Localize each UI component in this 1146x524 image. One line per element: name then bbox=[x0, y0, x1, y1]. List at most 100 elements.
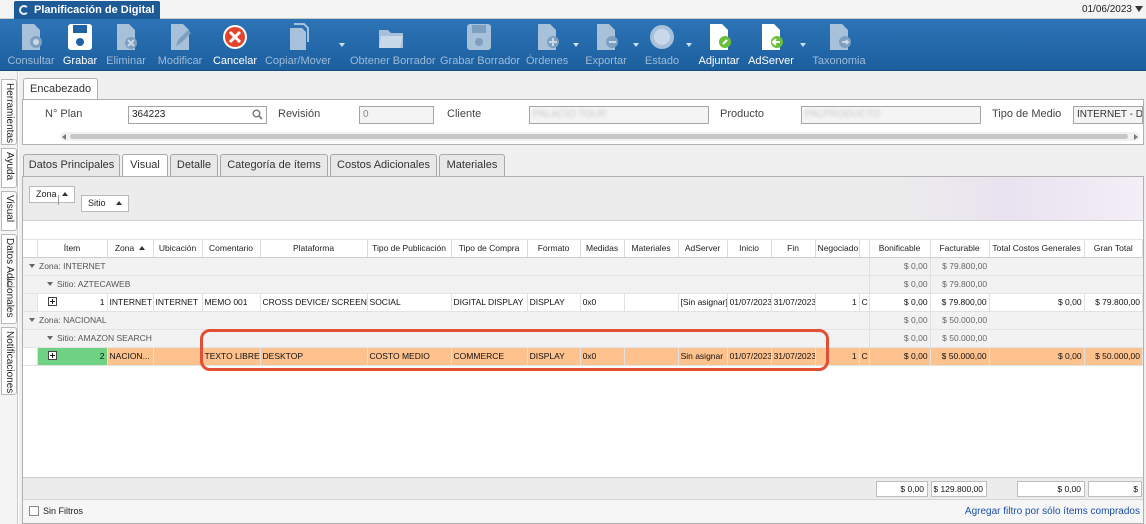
scroll-thumb[interactable] bbox=[70, 134, 1128, 139]
side-tab-visual[interactable]: Visual bbox=[1, 191, 17, 231]
column-header-ubicacion[interactable]: Ubicación bbox=[153, 239, 203, 258]
group-chip-sitio[interactable]: Sitio bbox=[81, 195, 129, 212]
column-header-plataforma[interactable]: Plataforma bbox=[260, 239, 368, 258]
tab-detalle[interactable]: Detalle bbox=[170, 154, 218, 176]
taxonomia-button[interactable]: Taxonomia bbox=[812, 21, 866, 69]
adserver-button[interactable]: AdServer bbox=[748, 21, 794, 69]
cell-inicio[interactable]: 01/07/2023 bbox=[727, 293, 772, 312]
column-header-negociado[interactable]: Negociado bbox=[815, 239, 860, 258]
column-header-extra[interactable] bbox=[859, 239, 870, 258]
cell-fin[interactable]: 31/07/2023 bbox=[771, 293, 816, 312]
column-header-total-costos[interactable]: Total Costos Generales bbox=[989, 239, 1085, 258]
cell-total-costos[interactable]: $ 0,00 bbox=[989, 347, 1085, 366]
obtener-borrador-button[interactable]: Obtener Borrador bbox=[350, 21, 436, 69]
side-tab-notificaciones[interactable]: Notificaciones bbox=[1, 327, 17, 395]
column-header-formato[interactable]: Formato bbox=[527, 239, 581, 258]
add-filter-link[interactable]: Agregar filtro por sólo ítems comprados bbox=[965, 506, 1140, 517]
plan-input[interactable]: 364223 bbox=[128, 106, 267, 124]
cancelar-button[interactable]: Cancelar bbox=[212, 21, 258, 69]
tab-costos-adicionales[interactable]: Costos Adicionales bbox=[330, 154, 437, 176]
column-header-facturable[interactable]: Facturable bbox=[930, 239, 990, 258]
cell-bonificable[interactable]: $ 0,00 bbox=[869, 347, 931, 366]
cell-bonificable[interactable]: $ 0,00 bbox=[869, 293, 931, 312]
collapse-icon[interactable] bbox=[47, 282, 53, 286]
column-header-tipo-publicacion[interactable]: Tipo de Publicación bbox=[367, 239, 452, 258]
cell-total-costos[interactable]: $ 0,00 bbox=[989, 293, 1085, 312]
estado-button[interactable]: Estado bbox=[644, 21, 680, 69]
column-header-gran-total[interactable]: Gran Total bbox=[1084, 239, 1144, 258]
cell-adserver[interactable]: [Sin asignar] bbox=[678, 293, 728, 312]
copiar-dropdown-icon[interactable] bbox=[339, 43, 345, 47]
cell-gran-total[interactable]: $ 79.800,00 bbox=[1084, 293, 1144, 312]
exportar-button[interactable]: Exportar bbox=[584, 21, 628, 69]
cell-zona[interactable]: INTERNET bbox=[107, 293, 154, 312]
column-header-materiales[interactable]: Materiales bbox=[624, 239, 679, 258]
column-header-zona[interactable]: Zona bbox=[107, 239, 154, 258]
column-header-adserver[interactable]: AdServer bbox=[678, 239, 728, 258]
column-header-tipo-compra[interactable]: Tipo de Compra bbox=[451, 239, 528, 258]
sin-filtros-checkbox[interactable] bbox=[29, 506, 39, 516]
adserver-dropdown-icon[interactable] bbox=[800, 43, 806, 47]
cell-extra[interactable]: C bbox=[859, 347, 870, 366]
cell-extra[interactable]: C bbox=[859, 293, 870, 312]
tab-datos-principales[interactable]: Datos Principales bbox=[23, 154, 120, 176]
ordenes-button[interactable]: Órdenes bbox=[526, 21, 568, 69]
grabar-borrador-button[interactable]: Grabar Borrador bbox=[440, 21, 520, 69]
expand-icon[interactable] bbox=[47, 297, 57, 306]
estado-dropdown-icon[interactable] bbox=[686, 43, 692, 47]
column-header-medidas[interactable]: Medidas bbox=[580, 239, 625, 258]
cell-item[interactable]: 2 bbox=[37, 347, 108, 366]
search-icon[interactable] bbox=[252, 109, 263, 120]
group-row-zona[interactable]: Zona: NACIONAL $ 0,00 $ 50.000,00 bbox=[23, 311, 1143, 330]
collapse-icon[interactable] bbox=[29, 318, 35, 322]
cell-facturable[interactable]: $ 50.000,00 bbox=[930, 347, 990, 366]
tab-visual[interactable]: Visual bbox=[122, 154, 168, 177]
side-tab-ayuda[interactable]: Ayuda bbox=[1, 148, 17, 188]
tab-encabezado[interactable]: Encabezado bbox=[23, 78, 99, 99]
column-header-fin[interactable]: Fin bbox=[771, 239, 816, 258]
cell-ubicacion[interactable] bbox=[153, 347, 203, 366]
column-header-item[interactable]: Ítem bbox=[37, 239, 108, 258]
ordenes-dropdown-icon[interactable] bbox=[573, 43, 579, 47]
cell-materiales[interactable] bbox=[624, 293, 679, 312]
cell-medidas[interactable]: 0x0 bbox=[580, 293, 625, 312]
adjuntar-button[interactable]: Adjuntar bbox=[697, 21, 741, 69]
collapse-icon[interactable] bbox=[29, 264, 35, 268]
group-bonificable: $ 0,00 bbox=[868, 329, 931, 348]
cell-ubicacion[interactable]: INTERNET bbox=[153, 293, 203, 312]
scroll-left-icon[interactable] bbox=[62, 134, 66, 140]
group-row-zona[interactable]: Zona: INTERNET $ 0,00 $ 79.800,00 bbox=[23, 257, 1143, 276]
group-chip-zona[interactable]: Zona bbox=[29, 186, 75, 203]
modificar-button[interactable]: Modificar bbox=[154, 21, 206, 69]
table-row[interactable]: 1 INTERNET INTERNET MEMO 001 CROSS DEVIC… bbox=[23, 293, 1144, 312]
cell-item[interactable]: 1 bbox=[37, 293, 108, 312]
window-tab[interactable]: Planificación de Digital bbox=[14, 1, 161, 19]
cell-tipo-compra[interactable]: DIGITAL DISPLAY bbox=[451, 293, 528, 312]
copiar-mover-button[interactable]: Copiar/Mover bbox=[264, 21, 332, 69]
cell-plataforma[interactable]: CROSS DEVICE/ SCREEN bbox=[260, 293, 368, 312]
header-scrollbar[interactable] bbox=[60, 132, 1140, 141]
cell-tipo-publicacion[interactable]: SOCIAL bbox=[367, 293, 452, 312]
consultar-button[interactable]: Consultar bbox=[6, 21, 56, 69]
cell-formato[interactable]: DISPLAY bbox=[527, 293, 581, 312]
tab-categoria-items[interactable]: Categoría de ítems bbox=[220, 154, 328, 176]
side-tab-herramientas[interactable]: Herramientas bbox=[1, 79, 17, 145]
cell-facturable[interactable]: $ 79.800,00 bbox=[930, 293, 990, 312]
date-dropdown-icon[interactable] bbox=[1135, 6, 1143, 12]
cell-comentario[interactable]: MEMO 001 bbox=[202, 293, 261, 312]
column-header-bonificable[interactable]: Bonificable bbox=[869, 239, 931, 258]
cell-gran-total[interactable]: $ 50.000,00 bbox=[1084, 347, 1144, 366]
group-facturable: $ 50.000,00 bbox=[929, 329, 990, 348]
expand-icon[interactable] bbox=[47, 351, 57, 360]
scroll-right-icon[interactable] bbox=[1134, 134, 1138, 140]
tab-materiales[interactable]: Materiales bbox=[439, 154, 505, 176]
group-row-sitio[interactable]: Sitio: AZTECAWEB $ 0,00 $ 79.800,00 bbox=[23, 275, 1143, 294]
column-header-inicio[interactable]: Inicio bbox=[727, 239, 772, 258]
exportar-dropdown-icon[interactable] bbox=[633, 43, 639, 47]
grabar-button[interactable]: Grabar bbox=[62, 21, 98, 69]
column-header-comentario[interactable]: Comentario bbox=[202, 239, 261, 258]
eliminar-button[interactable]: Eliminar bbox=[104, 21, 148, 69]
collapse-icon[interactable] bbox=[47, 336, 53, 340]
cell-negociado[interactable]: 1 bbox=[815, 293, 860, 312]
cell-zona[interactable]: NACION... bbox=[107, 347, 154, 366]
